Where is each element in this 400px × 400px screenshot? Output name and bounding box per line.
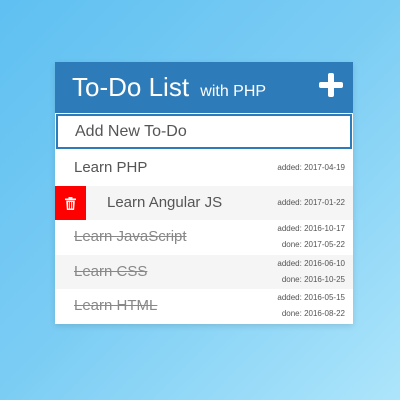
todo-label: Learn Angular JS (107, 193, 223, 211)
delete-button[interactable] (55, 185, 86, 220)
todo-dates: added: 2017-04-19 (277, 151, 345, 186)
done-date: done: 2016-10-25 (281, 274, 345, 284)
todo-item[interactable]: Learn Angular JS added: 2017-01-22 (55, 185, 353, 221)
added-date: added: 2017-01-22 (277, 197, 345, 207)
add-todo-button[interactable] (319, 73, 343, 97)
todo-item[interactable]: Learn JavaScript added: 2016-10-17 done:… (55, 220, 353, 255)
todo-item[interactable]: Learn PHP added: 2017-04-19 (55, 151, 353, 186)
todo-label: Learn PHP (74, 159, 148, 176)
todo-item[interactable]: Learn CSS added: 2016-06-10 done: 2016-1… (55, 254, 353, 290)
todo-dates: added: 2016-06-10 done: 2016-10-25 (277, 255, 345, 290)
added-date: added: 2017-04-19 (277, 163, 345, 173)
todo-label: Learn CSS (74, 262, 148, 280)
done-date: done: 2017-05-22 (281, 240, 345, 250)
todo-dates: added: 2016-05-15 done: 2016-08-22 (277, 289, 345, 324)
todo-dates: added: 2017-01-22 (277, 186, 345, 221)
title-text: To-Do List (72, 72, 190, 102)
todo-label: Learn HTML (74, 297, 158, 314)
todo-list: Learn PHP added: 2017-04-19 Learn Angula… (55, 151, 353, 324)
trash-icon (65, 196, 76, 210)
added-date: added: 2016-06-10 (277, 258, 345, 268)
todo-dates: added: 2016-10-17 done: 2017-05-22 (277, 220, 345, 255)
added-date: added: 2016-10-17 (277, 224, 345, 234)
todo-label: Learn JavaScript (74, 228, 187, 245)
done-date: done: 2016-08-22 (281, 309, 345, 319)
todo-item[interactable]: Learn HTML added: 2016-05-15 done: 2016-… (55, 289, 353, 324)
new-todo-input[interactable] (56, 114, 352, 149)
todo-card: To-Do List with PHP Learn PHP added: 201… (55, 62, 353, 324)
added-date: added: 2016-05-15 (277, 293, 345, 303)
header: To-Do List with PHP (55, 62, 353, 113)
title-subtitle: with PHP (200, 83, 267, 100)
app-title: To-Do List with PHP (72, 72, 266, 107)
